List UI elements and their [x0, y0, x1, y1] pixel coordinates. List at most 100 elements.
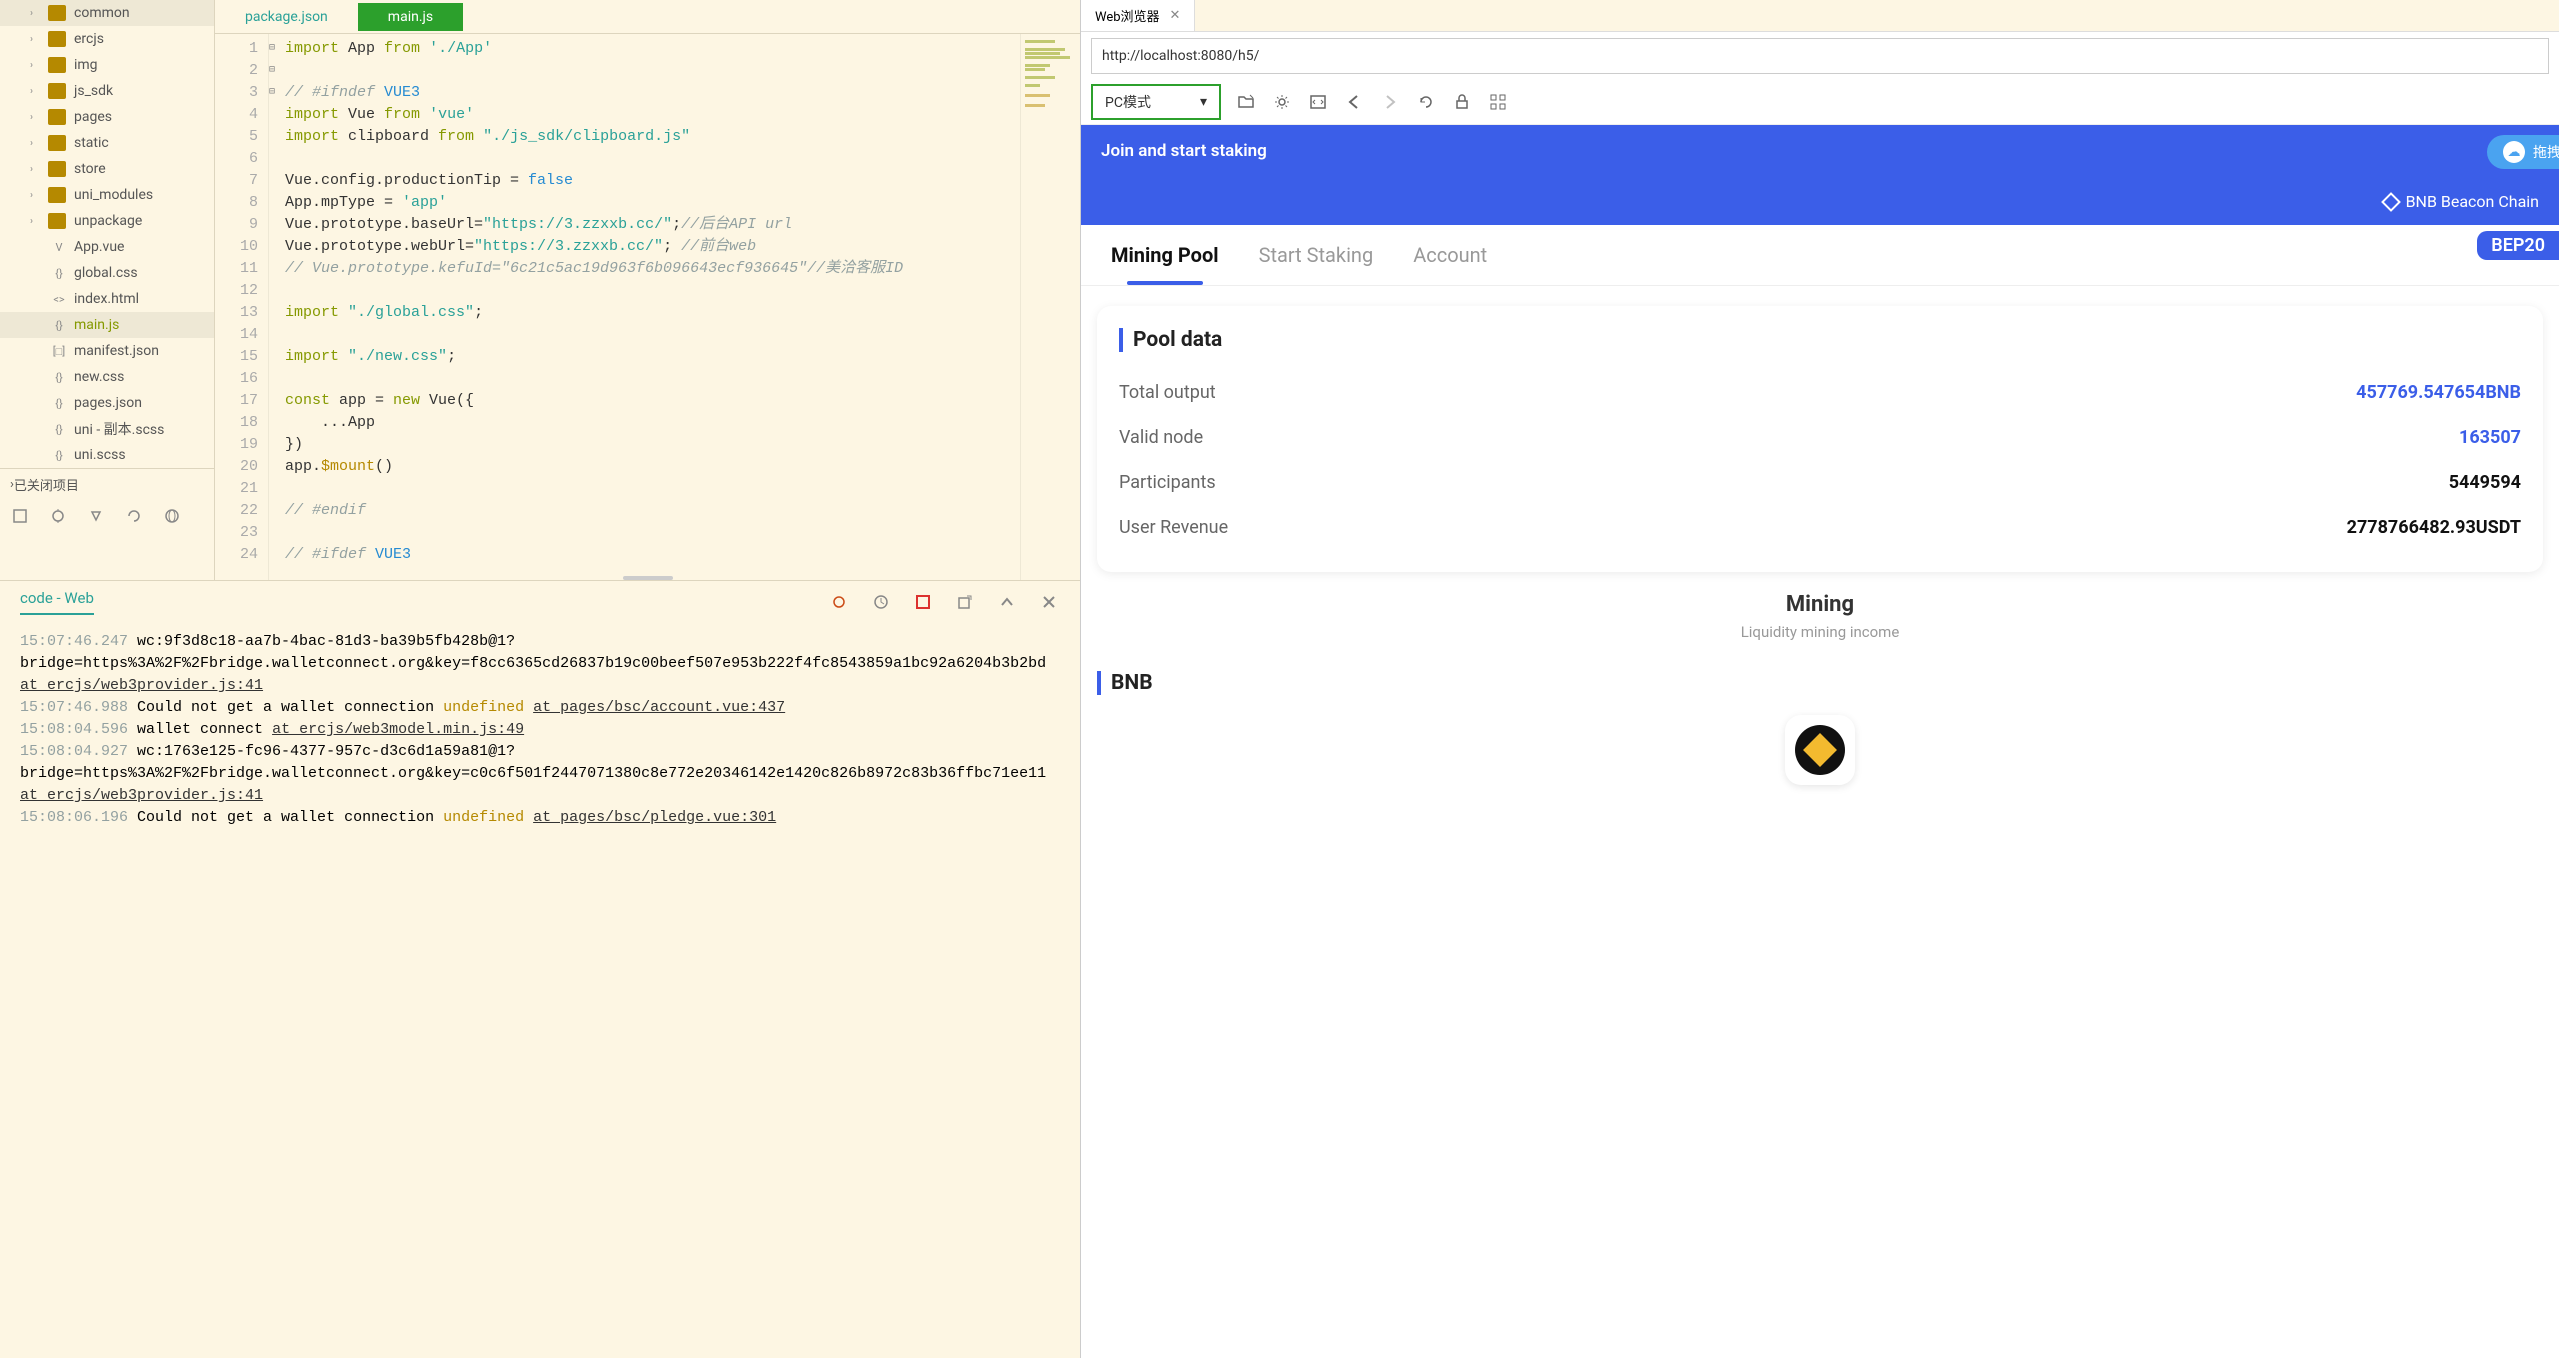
- bug-small-icon[interactable]: [828, 591, 850, 613]
- tab-account[interactable]: Account: [1403, 225, 1497, 285]
- folder-common[interactable]: ›common: [0, 0, 214, 26]
- web-preview-panel: Web浏览器 ✕ http://localhost:8080/h5/ PC模式 …: [1080, 0, 2559, 1358]
- folder-store[interactable]: ›store: [0, 156, 214, 182]
- file-icon: {}: [52, 369, 66, 385]
- file-icon: {}: [52, 395, 66, 411]
- close-icon[interactable]: [1038, 591, 1060, 613]
- lock-icon[interactable]: [1451, 91, 1473, 113]
- folder-icon: [48, 213, 66, 229]
- folder-static[interactable]: ›static: [0, 130, 214, 156]
- chevron-right-icon: ›: [30, 86, 44, 97]
- log-link[interactable]: at ercjs/web3model.min.js:49: [272, 721, 524, 738]
- file-manifest.json[interactable]: [□]manifest.json: [0, 338, 214, 364]
- device-mode-select[interactable]: PC模式 ▾: [1091, 84, 1221, 120]
- stop-icon[interactable]: [912, 591, 934, 613]
- sync-icon[interactable]: [10, 506, 30, 526]
- folder-icon: [48, 109, 66, 125]
- bep20-badge: BEP20: [2477, 231, 2559, 260]
- browser-tab[interactable]: Web浏览器 ✕: [1081, 0, 1195, 31]
- url-text: http://localhost:8080/h5/: [1102, 48, 1259, 64]
- editor-tabs: package.jsonmain.js: [215, 0, 1080, 34]
- chevron-right-icon: ›: [30, 34, 44, 45]
- settings-icon[interactable]: [1271, 91, 1293, 113]
- url-bar[interactable]: http://localhost:8080/h5/: [1091, 38, 2549, 74]
- file-App.vue[interactable]: VApp.vue: [0, 234, 214, 260]
- minimap[interactable]: [1020, 34, 1080, 580]
- code-area[interactable]: 123456789101112131415161718192021222324 …: [215, 34, 1080, 580]
- folder-js_sdk[interactable]: ›js_sdk: [0, 78, 214, 104]
- file-new.css[interactable]: {}new.css: [0, 364, 214, 390]
- editor-tab-package.json[interactable]: package.json: [215, 3, 358, 31]
- back-icon[interactable]: [1343, 91, 1365, 113]
- banner: Join and start staking BNB Beacon Chain …: [1081, 125, 2559, 225]
- file-index.html[interactable]: <>index.html: [0, 286, 214, 312]
- chevron-right-icon: ›: [30, 216, 44, 227]
- bnb-section-title: BNB: [1097, 671, 2543, 695]
- preview-tabs: Mining Pool Start Staking Account BEP20: [1081, 225, 2559, 286]
- file-global.css[interactable]: {}global.css: [0, 260, 214, 286]
- log-link[interactable]: at ercjs/web3provider.js:41: [20, 787, 263, 804]
- log-link[interactable]: at pages/bsc/account.vue:437: [533, 699, 785, 716]
- dropdown-icon: ▾: [1200, 94, 1207, 110]
- chevron-right-icon: ›: [30, 8, 44, 19]
- file-main.js[interactable]: {}main.js: [0, 312, 214, 338]
- file-explorer[interactable]: ›common›ercjs›img›js_sdk›pages›static›st…: [0, 0, 215, 580]
- folder-ercjs[interactable]: ›ercjs: [0, 26, 214, 52]
- log-entry: 15:08:04.596 wallet connect at ercjs/web…: [20, 719, 1060, 741]
- mode-label: PC模式: [1105, 92, 1151, 112]
- console-tab[interactable]: code - Web: [20, 589, 94, 615]
- data-row: Total output457769.547654BNB: [1119, 370, 2521, 415]
- folder-pages[interactable]: ›pages: [0, 104, 214, 130]
- file-icon: {}: [52, 317, 66, 333]
- history-icon[interactable]: [870, 591, 892, 613]
- debug-icon[interactable]: [86, 506, 106, 526]
- folder-icon: [48, 57, 66, 73]
- data-row: Valid node163507: [1119, 415, 2521, 460]
- export-icon[interactable]: [954, 591, 976, 613]
- folder-icon: [48, 161, 66, 177]
- closed-projects-label: 已关闭项目: [14, 475, 79, 494]
- mining-heading: Mining: [1081, 592, 2559, 617]
- preview-viewport[interactable]: Join and start staking BNB Beacon Chain …: [1081, 125, 2559, 1358]
- chevron-right-icon: ›: [30, 60, 44, 71]
- folder-icon: [48, 187, 66, 203]
- bug-icon[interactable]: [48, 506, 68, 526]
- file-uni - 副本.scss[interactable]: {}uni - 副本.scss: [0, 416, 214, 442]
- code-content[interactable]: import App from './App' // #ifndef VUE3i…: [285, 34, 1020, 580]
- closed-projects-section[interactable]: › 已关闭项目: [0, 468, 214, 500]
- bnb-logo: [1785, 715, 1855, 785]
- chain-label: BNB Beacon Chain: [2384, 192, 2539, 211]
- eth-diamond-icon: [2381, 192, 2401, 212]
- folder-img[interactable]: ›img: [0, 52, 214, 78]
- chevron-right-icon: ›: [30, 164, 44, 175]
- log-link[interactable]: at ercjs/web3provider.js:41: [20, 677, 263, 694]
- fold-column[interactable]: ⊟⊟⊟: [269, 34, 285, 580]
- log-entry: 15:08:06.196 Could not get a wallet conn…: [20, 807, 1060, 829]
- file-pages.json[interactable]: {}pages.json: [0, 390, 214, 416]
- forward-icon[interactable]: [1379, 91, 1401, 113]
- chevron-right-icon: ›: [30, 190, 44, 201]
- float-upload-badge[interactable]: ☁ 拖拽至此上: [2487, 135, 2559, 169]
- folder-unpackage[interactable]: ›unpackage: [0, 208, 214, 234]
- file-uni.scss[interactable]: {}uni.scss: [0, 442, 214, 468]
- reload-icon[interactable]: [1415, 91, 1437, 113]
- refresh-icon[interactable]: [124, 506, 144, 526]
- grid-icon[interactable]: [1487, 91, 1509, 113]
- open-folder-icon[interactable]: [1235, 91, 1257, 113]
- log-link[interactable]: at pages/bsc/pledge.vue:301: [533, 809, 776, 826]
- devtools-icon[interactable]: [1307, 91, 1329, 113]
- editor-tab-main.js[interactable]: main.js: [358, 3, 463, 31]
- tab-close-icon[interactable]: ✕: [1170, 8, 1181, 23]
- tab-mining-pool[interactable]: Mining Pool: [1101, 225, 1229, 285]
- chevron-up-icon[interactable]: [996, 591, 1018, 613]
- folder-icon: [48, 135, 66, 151]
- tab-start-staking[interactable]: Start Staking: [1249, 225, 1384, 285]
- data-row: Participants5449594: [1119, 460, 2521, 505]
- console-output[interactable]: 15:07:46.247 wc:9f3d8c18-aa7b-4bac-81d3-…: [0, 623, 1080, 1358]
- resize-handle[interactable]: [623, 576, 673, 580]
- file-icon: <>: [52, 291, 66, 307]
- file-icon: V: [52, 239, 66, 255]
- globe-icon[interactable]: [162, 506, 182, 526]
- log-entry: 15:07:46.247 wc:9f3d8c18-aa7b-4bac-81d3-…: [20, 631, 1060, 697]
- folder-uni_modules[interactable]: ›uni_modules: [0, 182, 214, 208]
